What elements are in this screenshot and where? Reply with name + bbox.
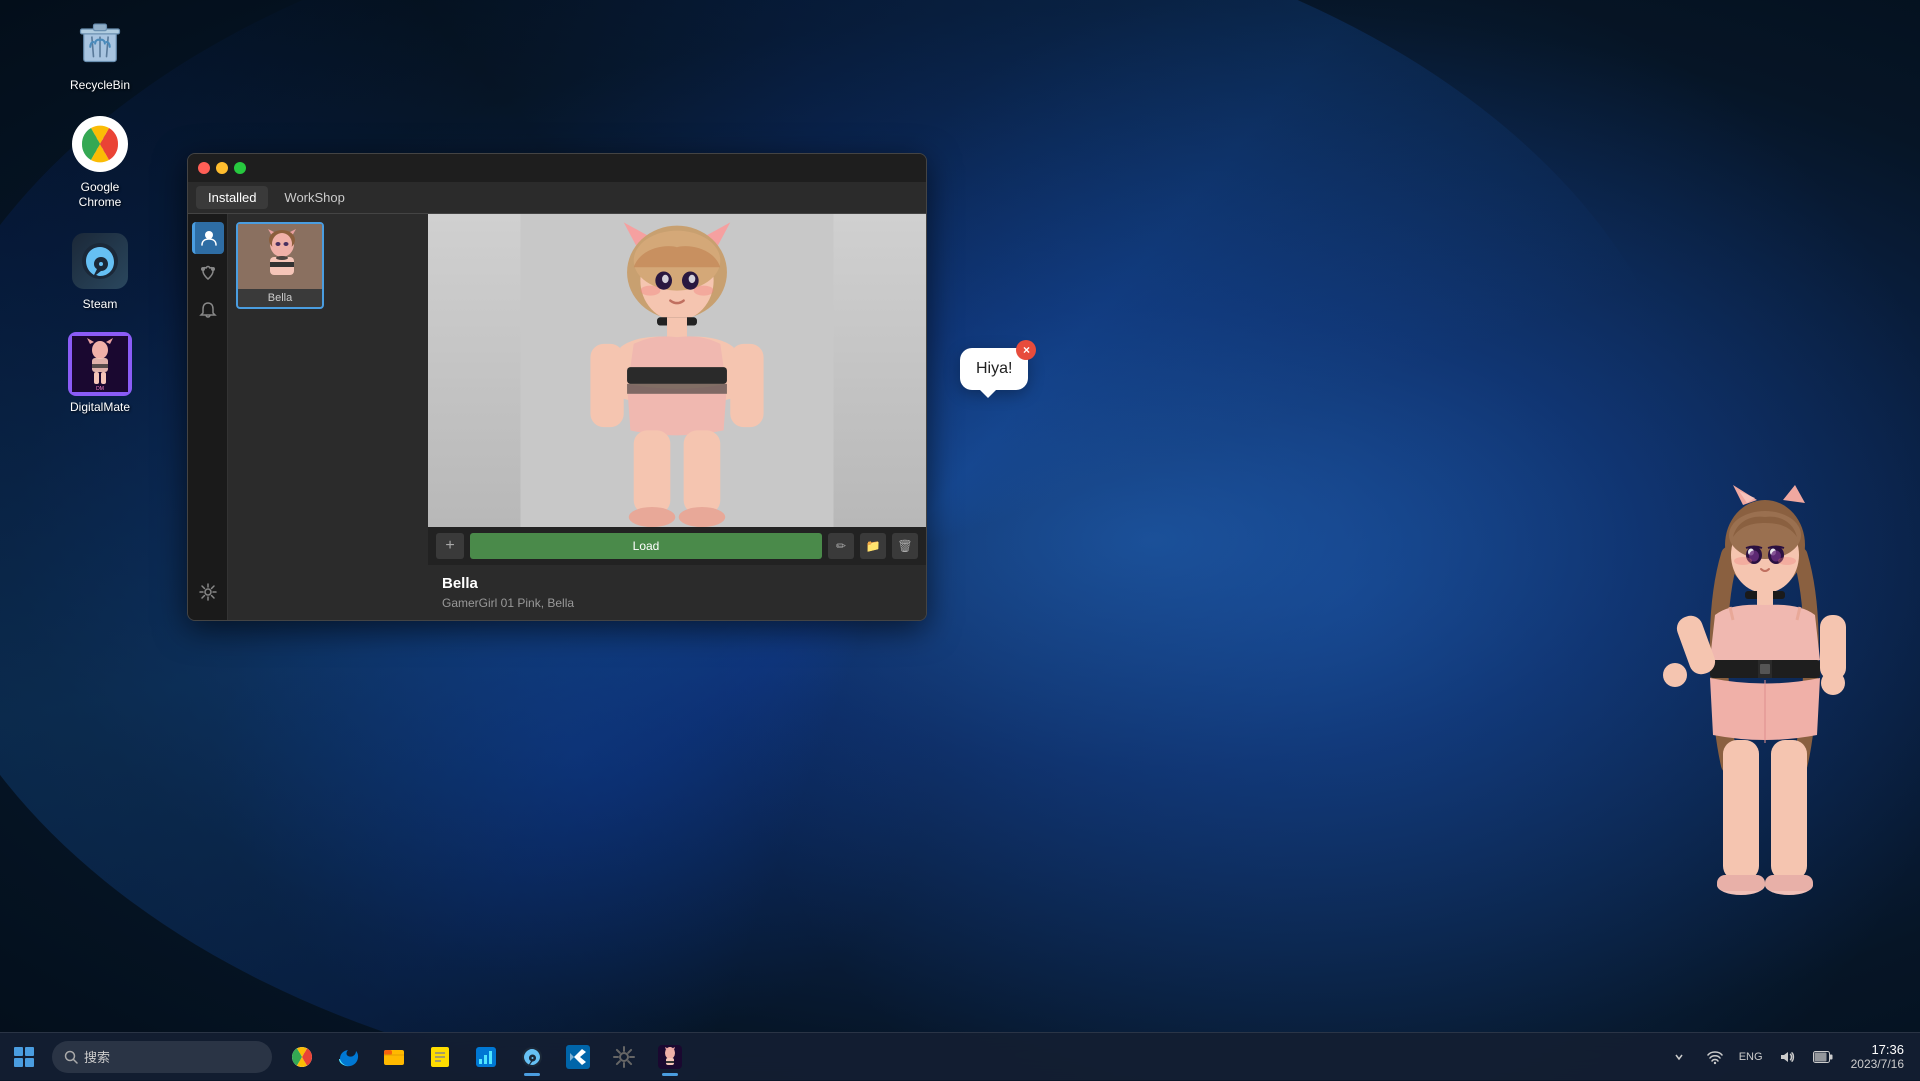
edit-character-button[interactable]: ✏ [828,533,854,559]
tab-workshop[interactable]: WorkShop [272,186,356,209]
window-minimize-button[interactable] [216,162,228,174]
start-button[interactable] [0,1033,48,1081]
steam-icon[interactable]: Steam [60,229,140,311]
windows-logo [14,1047,34,1067]
add-character-button[interactable]: + [436,533,464,559]
character-name-bella: Bella [238,289,322,307]
taskbar-app-vscode[interactable] [556,1035,600,1079]
sidebar-item-profile[interactable] [192,222,224,254]
google-chrome-icon[interactable]: Google Chrome [60,112,140,209]
taskbar-app-taskmanager[interactable] [464,1035,508,1079]
language-indicator[interactable]: ENG [1735,1041,1767,1073]
action-bar: + Load ✏ 📁 🗑 [428,527,926,565]
sidebar-item-settings[interactable] [192,580,224,612]
window-tabs: Installed WorkShop [188,182,926,214]
svg-text:DM: DM [96,386,104,392]
tab-installed[interactable]: Installed [196,186,268,209]
search-icon [64,1050,78,1064]
desktop-3d-character [1560,425,1840,1045]
taskbar-system-tray: ENG 17:36 2023/7/16 [1663,1041,1920,1073]
window-maximize-button[interactable] [234,162,246,174]
language-label: ENG [1739,1051,1763,1063]
character-display-name: Bella [442,575,912,592]
preview-character-figure [428,214,926,527]
window-close-button[interactable] [198,162,210,174]
preview-panel: + Load ✏ 📁 🗑 Bella GamerGirl 01 Pink, Be… [428,214,926,620]
delete-character-button[interactable]: 🗑 [892,533,918,559]
digitalmate-icon[interactable]: DM DigitalMate [60,332,140,414]
sidebar [188,214,228,620]
sidebar-item-notifications[interactable] [192,294,224,326]
digitalmate-label: DigitalMate [70,400,130,414]
taskbar: 搜索 [0,1032,1920,1080]
network-icon[interactable] [1699,1041,1731,1073]
taskbar-apps [280,1035,692,1079]
search-placeholder: 搜索 [84,1047,110,1066]
folder-character-button[interactable]: 📁 [860,533,886,559]
character-info: Bella GamerGirl 01 Pink, Bella [428,565,926,620]
desktop-icons: RecycleBin Google Chrome [60,10,140,414]
steam-label: Steam [83,297,118,311]
sidebar-item-companion[interactable] [192,258,224,290]
taskbar-app-steam[interactable] [510,1035,554,1079]
recycle-bin-label: RecycleBin [70,78,130,92]
battery-icon[interactable] [1807,1041,1839,1073]
speech-bubble: Hiya! × [960,348,1028,390]
taskbar-app-explorer[interactable] [372,1035,416,1079]
preview-image [428,214,926,527]
system-tray-expand[interactable] [1663,1041,1695,1073]
characters-panel: Bella [228,214,428,620]
taskbar-clock[interactable]: 17:36 2023/7/16 [1843,1042,1912,1072]
character-thumb-bella [238,224,324,289]
window-titlebar [188,154,926,182]
app-window: Installed WorkShop [187,153,927,621]
character-subtitle: GamerGirl 01 Pink, Bella [442,596,912,610]
volume-icon[interactable] [1771,1041,1803,1073]
taskbar-app-settings[interactable] [602,1035,646,1079]
window-body: Bella [188,214,926,620]
taskbar-search[interactable]: 搜索 [52,1041,272,1073]
taskbar-app-notes[interactable] [418,1035,462,1079]
recycle-bin-icon[interactable]: RecycleBin [60,10,140,92]
load-character-button[interactable]: Load [470,533,822,559]
content-area: Bella [228,214,926,620]
clock-date: 2023/7/16 [1851,1057,1904,1071]
taskbar-app-chrome[interactable] [280,1035,324,1079]
clock-time: 17:36 [1851,1042,1904,1058]
taskbar-app-digitalmate[interactable] [648,1035,692,1079]
speech-bubble-text: Hiya! [976,360,1012,377]
chrome-label: Google Chrome [60,180,140,209]
taskbar-app-edge[interactable] [326,1035,370,1079]
character-card-bella[interactable]: Bella [236,222,324,309]
